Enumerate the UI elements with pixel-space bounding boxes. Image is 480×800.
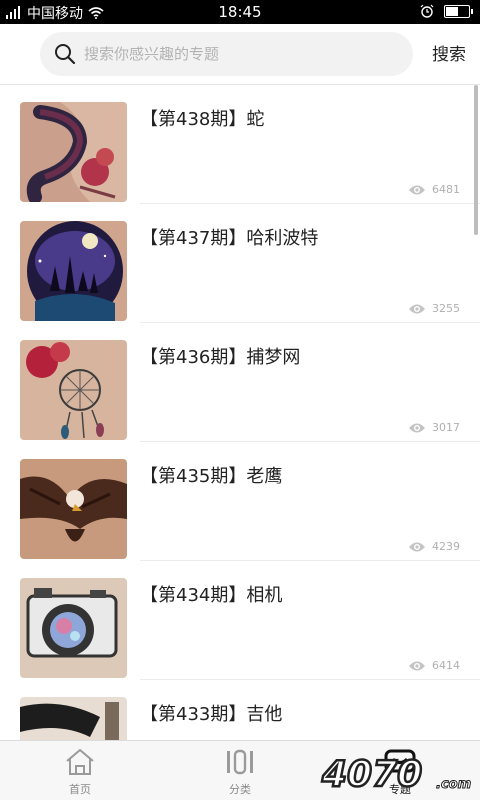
topic-title: 【第438期】蛇 [140,109,265,130]
status-right [420,4,473,18]
search-box[interactable] [40,32,413,76]
topic-title: 【第433期】吉他 [140,704,283,725]
topic-thumbnail [20,340,127,440]
status-bar: 中国移动 18:45 [0,0,480,24]
view-count: 6414 [408,659,460,672]
topic-list[interactable]: 【第438期】蛇 6481 【第437期】哈利波特 3255 【第436期】捕梦… [0,85,480,740]
topic-title: 【第436期】捕梦网 [140,347,301,368]
list-item[interactable]: 【第435期】老鹰 4239 [0,442,480,561]
topic-thumbnail [20,459,127,559]
home-icon [66,749,94,775]
view-count: 3017 [408,421,460,434]
search-button[interactable]: 搜索 [424,40,474,65]
alarm-icon [420,4,434,18]
list-item[interactable]: 【第436期】捕梦网 3017 [0,323,480,442]
topic-thumbnail [20,578,127,678]
list-item[interactable]: 【第434期】相机 6414 [0,561,480,680]
view-count: 6481 [408,183,460,196]
view-count: 4239 [408,540,460,553]
view-count-value: 6481 [432,183,460,196]
view-count-value: 6414 [432,659,460,672]
svg-text:.com: .com [436,777,471,792]
list-item[interactable]: 【第438期】蛇 6481 [0,85,480,204]
view-count-value: 4239 [432,540,460,553]
nav-category[interactable]: 分类 [160,741,320,800]
watermark-logo: 4070 .com [320,753,472,794]
clock: 18:45 [218,3,262,21]
view-count-value: 3255 [432,302,460,315]
topic-thumbnail [20,697,127,740]
scrollbar[interactable] [474,85,478,235]
view-count: 3255 [408,302,460,315]
eye-icon [409,304,425,313]
topic-title: 【第437期】哈利波特 [140,228,319,249]
eye-icon [409,423,425,432]
view-count-value: 3017 [432,421,460,434]
list-item[interactable]: 【第433期】吉他 [0,680,480,740]
battery-level [446,6,458,16]
topic-title: 【第435期】老鹰 [140,466,283,487]
list-item[interactable]: 【第437期】哈利波特 3255 [0,204,480,323]
topic-thumbnail [20,102,127,202]
svg-text:4070: 4070 [321,754,422,794]
eye-icon [409,542,425,551]
battery-icon [444,4,473,18]
nav-category-label: 分类 [229,783,251,796]
nav-home-label: 首页 [69,783,91,796]
search-header: 搜索 [0,24,480,85]
topic-title: 【第434期】相机 [140,585,283,606]
search-icon [55,44,76,65]
search-input[interactable] [84,32,404,76]
nav-home[interactable]: 首页 [0,741,160,800]
eye-icon [409,661,425,670]
category-icon [227,749,253,775]
topic-thumbnail [20,221,127,321]
eye-icon [409,185,425,194]
